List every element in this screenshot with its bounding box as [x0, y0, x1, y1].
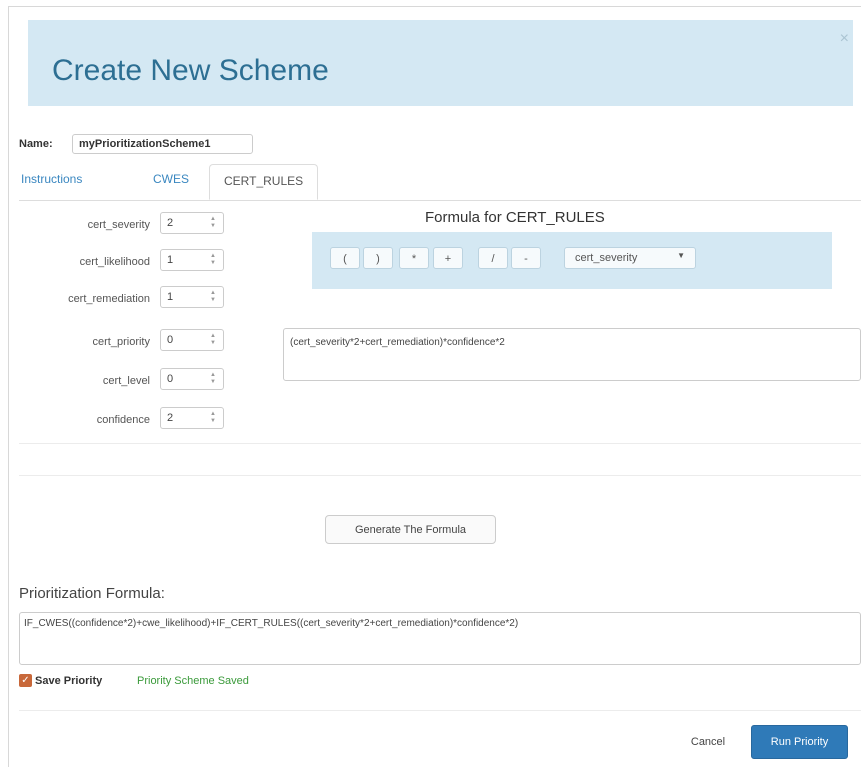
cert-remediation-stepper[interactable]: 1 ▲ ▼ [160, 286, 224, 308]
cert-priority-stepper[interactable]: 0 ▲ ▼ [160, 329, 224, 351]
tab-bar: Instructions CWES CERT_RULES [19, 164, 861, 201]
tab-cwes[interactable]: CWES [153, 172, 189, 186]
stepper-value: 2 [167, 412, 174, 424]
stepper-value: 1 [167, 291, 174, 303]
divide-button[interactable]: / [478, 247, 508, 269]
spinner-arrows-icon[interactable]: ▲ ▼ [209, 372, 217, 386]
stepper-value: 0 [167, 373, 174, 385]
cert-rules-formula-textarea[interactable]: (cert_severity*2+cert_remediation)*confi… [283, 328, 861, 381]
dialog-header: Create New Scheme × [28, 20, 853, 106]
prioritization-formula-textarea[interactable]: IF_CWES((confidence*2)+cwe_likelihood)+I… [19, 612, 861, 665]
stepper-value: 0 [167, 334, 174, 346]
generate-formula-button[interactable]: Generate The Formula [325, 515, 496, 544]
param-label-cert-priority: cert_priority [92, 336, 150, 348]
param-label-cert-level: cert_level [102, 375, 150, 387]
variable-select[interactable]: cert_severity ▼ [564, 247, 696, 269]
spinner-arrows-icon[interactable]: ▲ ▼ [209, 290, 217, 304]
close-icon[interactable]: × [840, 30, 849, 48]
dialog-title: Create New Scheme [52, 54, 329, 87]
save-priority-checkbox[interactable]: ✓ [19, 674, 32, 687]
param-label-cert-remediation: cert_remediation [68, 293, 150, 305]
tab-instructions[interactable]: Instructions [21, 172, 82, 186]
divider [19, 475, 861, 476]
name-label: Name: [19, 138, 53, 150]
prioritization-formula-label: Prioritization Formula: [19, 585, 165, 602]
spinner-arrows-icon[interactable]: ▲ ▼ [209, 216, 217, 230]
close-paren-button[interactable]: ) [363, 247, 393, 269]
spinner-arrows-icon[interactable]: ▲ ▼ [209, 411, 217, 425]
open-paren-button[interactable]: ( [330, 247, 360, 269]
save-status-text: Priority Scheme Saved [137, 675, 249, 687]
cancel-button[interactable]: Cancel [673, 727, 743, 757]
formula-panel-title: Formula for CERT_RULES [425, 209, 605, 226]
param-label-cert-severity: cert_severity [87, 219, 150, 231]
param-label-confidence: confidence [96, 414, 150, 426]
param-label-cert-likelihood: cert_likelihood [79, 256, 150, 268]
subtract-button[interactable]: - [511, 247, 541, 269]
variable-select-value: cert_severity [575, 252, 638, 264]
tab-cert-rules[interactable]: CERT_RULES [209, 164, 319, 200]
confidence-stepper[interactable]: 2 ▲ ▼ [160, 407, 224, 429]
multiply-button[interactable]: * [399, 247, 429, 269]
run-priority-button[interactable]: Run Priority [751, 725, 848, 759]
spinner-arrows-icon[interactable]: ▲ ▼ [209, 333, 217, 347]
add-button[interactable]: + [433, 247, 463, 269]
cert-severity-stepper[interactable]: 2 ▲ ▼ [160, 212, 224, 234]
chevron-down-icon: ▼ [677, 251, 685, 260]
stepper-value: 2 [167, 217, 174, 229]
operator-toolbar: ( ) * + / - cert_severity ▼ [312, 232, 832, 289]
scheme-name-input[interactable] [72, 134, 253, 154]
footer-divider [19, 710, 861, 711]
divider [19, 443, 861, 444]
stepper-value: 1 [167, 254, 174, 266]
save-priority-label: Save Priority [35, 675, 103, 687]
spinner-arrows-icon[interactable]: ▲ ▼ [209, 253, 217, 267]
cert-level-stepper[interactable]: 0 ▲ ▼ [160, 368, 224, 390]
cert-likelihood-stepper[interactable]: 1 ▲ ▼ [160, 249, 224, 271]
